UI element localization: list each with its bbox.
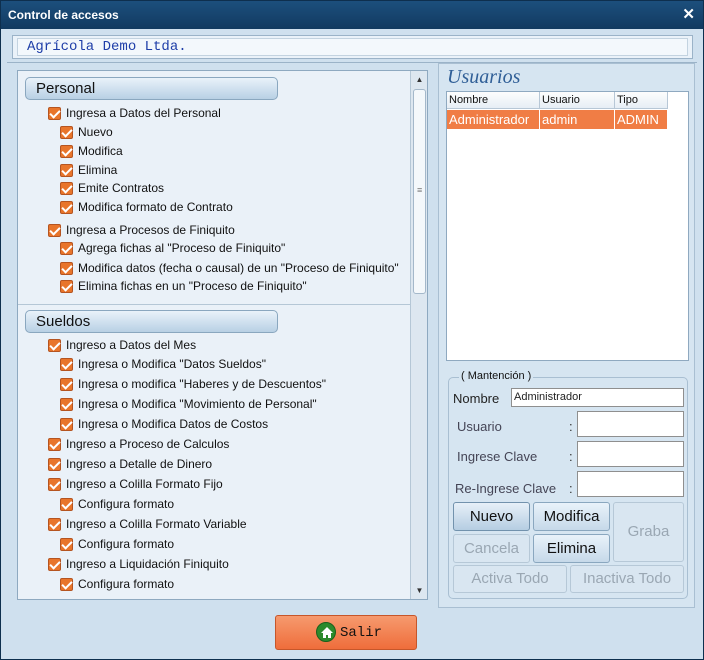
colon: : (569, 481, 573, 496)
perm-modifica-datos-finiquito[interactable]: Modifica datos (fecha o causal) de un "P… (60, 261, 399, 279)
inactiva-todo-button[interactable]: Inactiva Todo (570, 565, 684, 593)
activa-todo-button[interactable]: Activa Todo (453, 565, 567, 593)
checkbox-checked[interactable] (48, 339, 61, 352)
salir-label: Salir (340, 625, 383, 641)
clave-field[interactable] (577, 441, 684, 467)
titlebar: Control de accesos ✕ (1, 1, 703, 29)
checkbox-checked[interactable] (48, 518, 61, 531)
checkbox-checked[interactable] (60, 182, 73, 195)
permissions-panel[interactable]: Personal Ingresa a Datos del Personal Nu… (17, 70, 428, 600)
scroll-thumb[interactable]: ≡ (413, 89, 426, 294)
checkbox-checked[interactable] (48, 107, 61, 120)
home-icon (316, 622, 336, 642)
cancela-button[interactable]: Cancela (453, 534, 530, 563)
modifica-button[interactable]: Modifica (533, 502, 610, 531)
perm-ingresa-datos-personal[interactable]: Ingresa a Datos del Personal (48, 106, 221, 124)
window-title: Control de accesos (8, 8, 119, 22)
perm-proceso-calculos[interactable]: Ingreso a Proceso de Calculos (48, 437, 229, 455)
nuevo-button[interactable]: Nuevo (453, 502, 530, 531)
perm-datos-costos[interactable]: Ingresa o Modifica Datos de Costos (60, 417, 268, 435)
reclave-field[interactable] (577, 471, 684, 497)
access-control-window: Control de accesos ✕ Agrícola Demo Ltda.… (0, 0, 704, 660)
perm-detalle-dinero[interactable]: Ingreso a Detalle de Dinero (48, 457, 212, 475)
checkbox-checked[interactable] (60, 242, 73, 255)
colon: : (569, 449, 573, 464)
checkbox-checked[interactable] (60, 538, 73, 551)
mantencion-legend: ( Mantención ) (459, 370, 534, 382)
checkbox-checked[interactable] (60, 164, 73, 177)
column-header-tipo[interactable]: Tipo (615, 92, 668, 109)
checkbox-checked[interactable] (60, 398, 73, 411)
perm-colilla-fijo[interactable]: Ingreso a Colilla Formato Fijo (48, 477, 223, 495)
perm-agrega-fichas[interactable]: Agrega fichas al "Proceso de Finiquito" (60, 241, 285, 259)
perm-datos-sueldos[interactable]: Ingresa o Modifica "Datos Sueldos" (60, 357, 266, 375)
perm-elimina-fichas[interactable]: Elimina fichas en un "Proceso de Finiqui… (60, 279, 307, 297)
checkbox-checked[interactable] (60, 358, 73, 371)
cell-nombre: Administrador (447, 110, 540, 129)
nombre-field[interactable]: Administrador (511, 388, 684, 407)
checkbox-checked[interactable] (48, 438, 61, 451)
perm-modifica-formato-contrato[interactable]: Modifica formato de Contrato (60, 200, 233, 218)
perm-datos-mes[interactable]: Ingreso a Datos del Mes (48, 338, 196, 356)
checkbox-checked[interactable] (48, 224, 61, 237)
perm-movimiento-personal[interactable]: Ingresa o Modifica "Movimiento de Person… (60, 397, 317, 415)
checkbox-checked[interactable] (60, 145, 73, 158)
salir-button[interactable]: Salir (275, 615, 417, 650)
checkbox-checked[interactable] (60, 378, 73, 391)
vertical-scrollbar[interactable]: ▲ ≡ ▼ (410, 71, 427, 599)
mantencion-group: ( Mantención ) Nombre Administrador Usua… (448, 370, 688, 599)
section-divider (18, 304, 410, 305)
perm-configura-formato-fijo[interactable]: Configura formato (60, 497, 174, 515)
grip-icon: ≡ (417, 185, 423, 195)
user-row-selected[interactable]: Administrador admin ADMIN (447, 110, 668, 129)
checkbox-checked[interactable] (48, 478, 61, 491)
checkbox-checked[interactable] (60, 201, 73, 214)
checkbox-checked[interactable] (60, 578, 73, 591)
checkbox-checked[interactable] (60, 280, 73, 293)
scroll-down-icon[interactable]: ▼ (412, 583, 427, 598)
company-box: Agrícola Demo Ltda. (12, 35, 693, 59)
nombre-label: Nombre (453, 391, 500, 406)
checkbox-checked[interactable] (48, 458, 61, 471)
checkbox-checked[interactable] (60, 262, 73, 275)
perm-emite-contratos[interactable]: Emite Contratos (60, 181, 164, 199)
perm-colilla-variable[interactable]: Ingreso a Colilla Formato Variable (48, 517, 247, 535)
perm-haberes-descuentos[interactable]: Ingresa o modifica "Haberes y de Descuen… (60, 377, 326, 395)
company-name: Agrícola Demo Ltda. (27, 39, 187, 55)
users-title: Usuarios (447, 66, 521, 88)
checkbox-checked[interactable] (60, 418, 73, 431)
users-list-header: Nombre Usuario Tipo (447, 92, 668, 109)
section-header-personal: Personal (25, 77, 278, 100)
perm-elimina[interactable]: Elimina (60, 163, 117, 181)
checkbox-checked[interactable] (60, 126, 73, 139)
perm-nuevo[interactable]: Nuevo (60, 125, 113, 143)
perm-procesos-finiquito[interactable]: Ingresa a Procesos de Finiquito (48, 223, 235, 241)
colon: : (569, 419, 573, 434)
usuario-field[interactable] (577, 411, 684, 437)
reclave-label: Re-Ingrese Clave (455, 481, 557, 496)
section-header-sueldos: Sueldos (25, 310, 278, 333)
cell-tipo: ADMIN (615, 110, 668, 129)
users-panel: Usuarios Nombre Usuario Tipo Administrad… (438, 63, 695, 608)
users-list[interactable]: Nombre Usuario Tipo Administrador admin … (446, 91, 689, 361)
column-header-nombre[interactable]: Nombre (447, 92, 540, 109)
checkbox-checked[interactable] (60, 498, 73, 511)
usuario-label: Usuario (457, 419, 502, 434)
column-header-usuario[interactable]: Usuario (540, 92, 615, 109)
cell-usuario: admin (540, 110, 615, 129)
perm-modifica[interactable]: Modifica (60, 144, 123, 162)
perm-configura-formato-liquidacion[interactable]: Configura formato (60, 577, 174, 595)
elimina-button[interactable]: Elimina (533, 534, 610, 563)
checkbox-checked[interactable] (48, 558, 61, 571)
perm-configura-formato-variable[interactable]: Configura formato (60, 537, 174, 555)
scroll-up-icon[interactable]: ▲ (412, 72, 427, 87)
perm-liquidacion-finiquito[interactable]: Ingreso a Liquidación Finiquito (48, 557, 229, 575)
graba-button[interactable]: Graba (613, 502, 684, 562)
clave-label: Ingrese Clave (457, 449, 538, 464)
close-icon[interactable]: ✕ (682, 5, 695, 23)
